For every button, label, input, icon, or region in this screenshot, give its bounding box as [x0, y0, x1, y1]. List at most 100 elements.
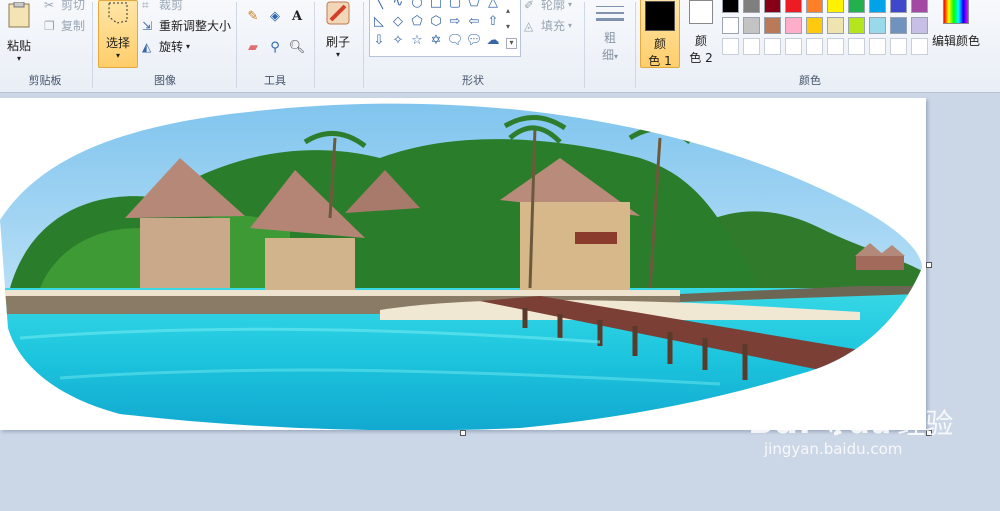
color-swatch[interactable]: [743, 0, 760, 13]
color-swatch[interactable]: [869, 38, 886, 55]
fill-tool[interactable]: ◈: [264, 6, 286, 26]
tools-group-label: 工具: [264, 74, 286, 87]
magnifier-tool[interactable]: 🔍︎: [286, 37, 308, 57]
color2-label-top: 颜: [694, 34, 707, 48]
curve-icon[interactable]: ∿: [390, 0, 406, 10]
divider: [92, 2, 93, 88]
color-swatch[interactable]: [785, 0, 802, 13]
color-swatch[interactable]: [827, 38, 844, 55]
resize-label: 重新调整大小: [159, 19, 232, 33]
cloud-callout-icon[interactable]: ☁: [485, 32, 501, 48]
paste-button[interactable]: 粘贴 ▾: [2, 0, 36, 66]
color-swatch[interactable]: [827, 0, 844, 13]
resize-handle-bottom[interactable]: [460, 430, 466, 436]
right-arrow-icon[interactable]: ⇨: [447, 13, 463, 29]
polygon-icon[interactable]: ⬠: [466, 0, 482, 10]
size-button[interactable]: 粗 细▾: [590, 0, 630, 66]
color-swatch[interactable]: [722, 38, 739, 55]
color-swatch[interactable]: [764, 17, 781, 34]
four-point-star-icon[interactable]: ✧: [390, 32, 406, 48]
down-arrow-icon[interactable]: ⇩: [371, 32, 387, 48]
color-swatch[interactable]: [827, 17, 844, 34]
up-arrow-icon[interactable]: ⇧: [485, 13, 501, 29]
pencil-tool[interactable]: ✎: [242, 6, 264, 26]
color2-button[interactable]: 颜 色 2: [682, 0, 720, 66]
eraser-tool[interactable]: ▰: [242, 37, 264, 57]
text-tool[interactable]: A: [286, 6, 308, 26]
rotate-icon: ◭: [142, 39, 152, 54]
rotate-button[interactable]: ◭ 旋转 ▾: [142, 38, 190, 55]
color-swatch[interactable]: [785, 38, 802, 55]
select-button[interactable]: 选择 ▾: [98, 0, 138, 68]
divider: [363, 2, 364, 88]
paint-bucket-icon: ◈: [270, 8, 280, 24]
outline-button[interactable]: ✐ 轮廓 ▾: [524, 0, 572, 13]
pentagon-icon[interactable]: ⬠: [409, 13, 425, 29]
oval-callout-icon[interactable]: 💬︎: [466, 32, 483, 48]
shapes-expand[interactable]: ▾: [506, 38, 517, 49]
color-swatch[interactable]: [911, 38, 928, 55]
color-swatch[interactable]: [722, 0, 739, 13]
color-swatch[interactable]: [890, 17, 907, 34]
clipboard-icon: [8, 1, 30, 28]
brushes-button[interactable]: 刷子 ▾: [320, 0, 356, 66]
shapes-scroll-up[interactable]: ▴: [506, 6, 510, 15]
color-swatch[interactable]: [911, 17, 928, 34]
cut-button[interactable]: ✂ 剪切: [44, 0, 85, 13]
chevron-down-icon: ▾: [186, 42, 191, 51]
rectangle-icon[interactable]: □: [428, 0, 444, 10]
color1-label-top: 颜: [653, 37, 666, 51]
text-icon: A: [291, 8, 303, 24]
color-swatch[interactable]: [848, 17, 865, 34]
divider: [314, 2, 315, 88]
eraser-icon: ▰: [248, 39, 258, 55]
color-swatch[interactable]: [764, 38, 781, 55]
color-swatch[interactable]: [890, 38, 907, 55]
clipboard-group-label: 剪贴板: [28, 74, 62, 87]
color-swatch[interactable]: [764, 0, 781, 13]
rounded-rectangle-icon[interactable]: ▢: [447, 0, 463, 10]
color-swatch[interactable]: [869, 0, 886, 13]
fill-button[interactable]: ◬ 填充 ▾: [524, 17, 572, 34]
watermark-cn: 经验: [897, 407, 954, 440]
color-swatch[interactable]: [806, 38, 823, 55]
rounded-callout-icon[interactable]: 🗨︎: [447, 32, 464, 48]
triangle-icon[interactable]: △: [485, 0, 501, 10]
color-swatch[interactable]: [722, 17, 739, 34]
oval-icon[interactable]: ○: [409, 0, 425, 10]
color-swatch[interactable]: [743, 17, 760, 34]
ribbon: 粘贴 ▾ ✂ 剪切 ❐ 复制 剪贴板 选择 ▾ ⌗ 裁剪 ⇲ 重新调整大小 ◭ …: [0, 0, 1000, 93]
hexagon-icon[interactable]: ⬡: [428, 13, 444, 29]
color-swatch[interactable]: [890, 0, 907, 13]
five-point-star-icon[interactable]: ☆: [409, 32, 425, 48]
six-point-star-icon[interactable]: ✡: [428, 32, 444, 48]
color-swatch[interactable]: [785, 17, 802, 34]
divider: [584, 2, 585, 88]
color-picker-tool[interactable]: ⚲: [264, 37, 286, 57]
watermark-du: du: [848, 406, 892, 441]
color-swatch[interactable]: [848, 0, 865, 13]
crop-button[interactable]: ⌗ 裁剪: [142, 0, 183, 13]
color-swatch[interactable]: [806, 0, 823, 13]
copy-button[interactable]: ❐ 复制: [44, 17, 85, 34]
line-icon[interactable]: ╲: [371, 0, 387, 10]
color1-swatch: [645, 1, 675, 31]
left-arrow-icon[interactable]: ⇦: [466, 13, 482, 29]
color-swatch[interactable]: [911, 0, 928, 13]
color-swatch[interactable]: [848, 38, 865, 55]
drawing-canvas[interactable]: [0, 98, 926, 430]
chevron-down-icon: ▾: [16, 54, 21, 63]
chevron-down-icon: ▾: [335, 50, 340, 59]
color1-button[interactable]: 颜 色 1: [640, 0, 680, 68]
right-triangle-icon[interactable]: ◺: [371, 13, 387, 29]
resize-button[interactable]: ⇲ 重新调整大小: [142, 17, 231, 34]
diamond-icon[interactable]: ◇: [390, 13, 406, 29]
color-swatch[interactable]: [743, 38, 760, 55]
crop-icon: ⌗: [142, 0, 149, 12]
shapes-scroll-down[interactable]: ▾: [506, 22, 510, 31]
color-swatch[interactable]: [806, 17, 823, 34]
color2-swatch: [689, 0, 713, 24]
resize-handle-right[interactable]: [926, 262, 932, 268]
edit-colors-button[interactable]: 编辑颜色: [930, 0, 982, 66]
color-swatch[interactable]: [869, 17, 886, 34]
